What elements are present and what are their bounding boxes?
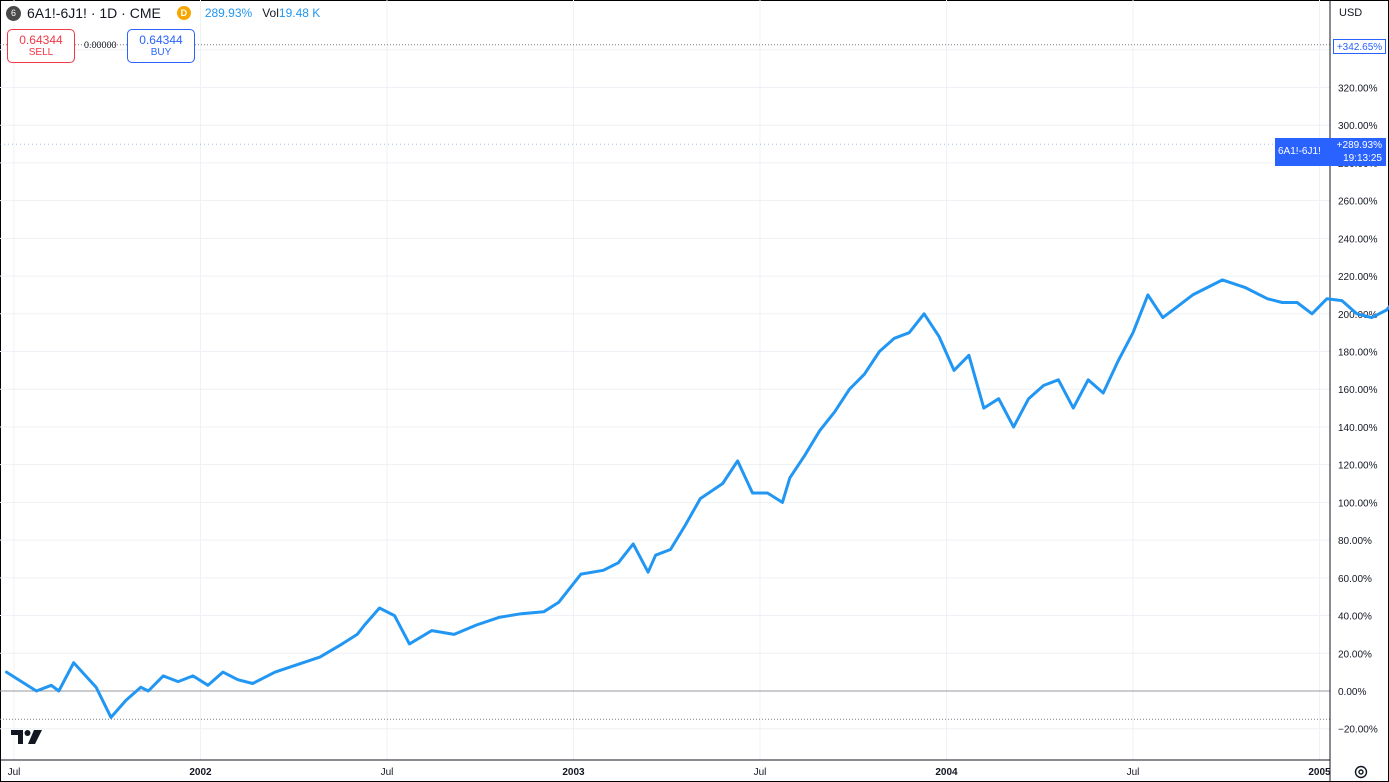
symbol-logo-icon: 6	[6, 5, 21, 21]
time-axis-label: Jul	[754, 767, 767, 778]
sell-button[interactable]: 0.64344 SELL	[7, 29, 75, 63]
price-axis-label: 140.00%	[1338, 423, 1378, 434]
buy-price: 0.64344	[139, 33, 183, 47]
price-axis-label: 20.00%	[1338, 649, 1372, 660]
buy-label: BUY	[150, 47, 172, 58]
price-axis-label: 120.00%	[1338, 461, 1378, 472]
tradingview-logo-icon[interactable]	[11, 729, 43, 745]
price-axis-label: 100.00%	[1338, 498, 1378, 509]
gear-icon[interactable]	[1353, 764, 1369, 780]
last-price-tag: 6A1!-6J1! +289.93% 19:13:25	[1275, 138, 1386, 166]
last-tag-symbol: 6A1!-6J1!	[1278, 146, 1321, 157]
chart-canvas[interactable]: 320.00%300.00%280.00%260.00%240.00%220.0…	[0, 0, 1389, 782]
price-axis-label: 220.00%	[1338, 272, 1378, 283]
volume-value: 19.48 K	[278, 6, 321, 20]
spread-value: 0.00000	[84, 40, 117, 50]
buy-button[interactable]: 0.64344 BUY	[127, 29, 195, 63]
time-axis-label: 2003	[562, 767, 585, 778]
time-axis-label: Jul	[8, 767, 21, 778]
time-axis-label: Jul	[1127, 767, 1140, 778]
time-axis-label: 2004	[935, 767, 958, 778]
price-axis-label: 180.00%	[1338, 348, 1378, 359]
price-axis-label: 160.00%	[1338, 385, 1378, 396]
price-axis-label: −20.00%	[1338, 725, 1378, 736]
axis-currency-label[interactable]: USD	[1339, 7, 1362, 19]
high-value-tag: +342.65%	[1333, 39, 1386, 54]
volume-label: Vol	[262, 6, 279, 20]
price-axis-label: 300.00%	[1338, 121, 1378, 132]
price-axis-label: 320.00%	[1338, 83, 1378, 94]
spread-series-line	[5, 278, 1389, 719]
time-axis-label: 2002	[189, 767, 212, 778]
symbol-title[interactable]: 6A1!-6J1! · 1D · CME	[27, 5, 161, 21]
last-tag-time: 19:13:25	[1343, 153, 1382, 164]
delayed-badge-icon[interactable]: D	[176, 6, 191, 20]
price-axis-label: 260.00%	[1338, 197, 1378, 208]
price-axis-label: 240.00%	[1338, 234, 1378, 245]
time-axis-label: Jul	[381, 767, 394, 778]
price-axis-label: 60.00%	[1338, 574, 1372, 585]
time-axis-label: 2005	[1308, 767, 1331, 778]
price-axis-label: 0.00%	[1338, 687, 1366, 698]
sell-label: SELL	[28, 47, 54, 58]
sell-price: 0.64344	[19, 33, 63, 47]
price-axis-label: 40.00%	[1338, 612, 1372, 623]
chart-header: 6 6A1!-6J1! · 1D · CME D 289.93% Vol 19.…	[6, 4, 320, 22]
change-percent: 289.93%	[204, 6, 253, 20]
price-axis-label: 80.00%	[1338, 536, 1372, 547]
last-tag-percent: +289.93%	[1336, 140, 1382, 151]
